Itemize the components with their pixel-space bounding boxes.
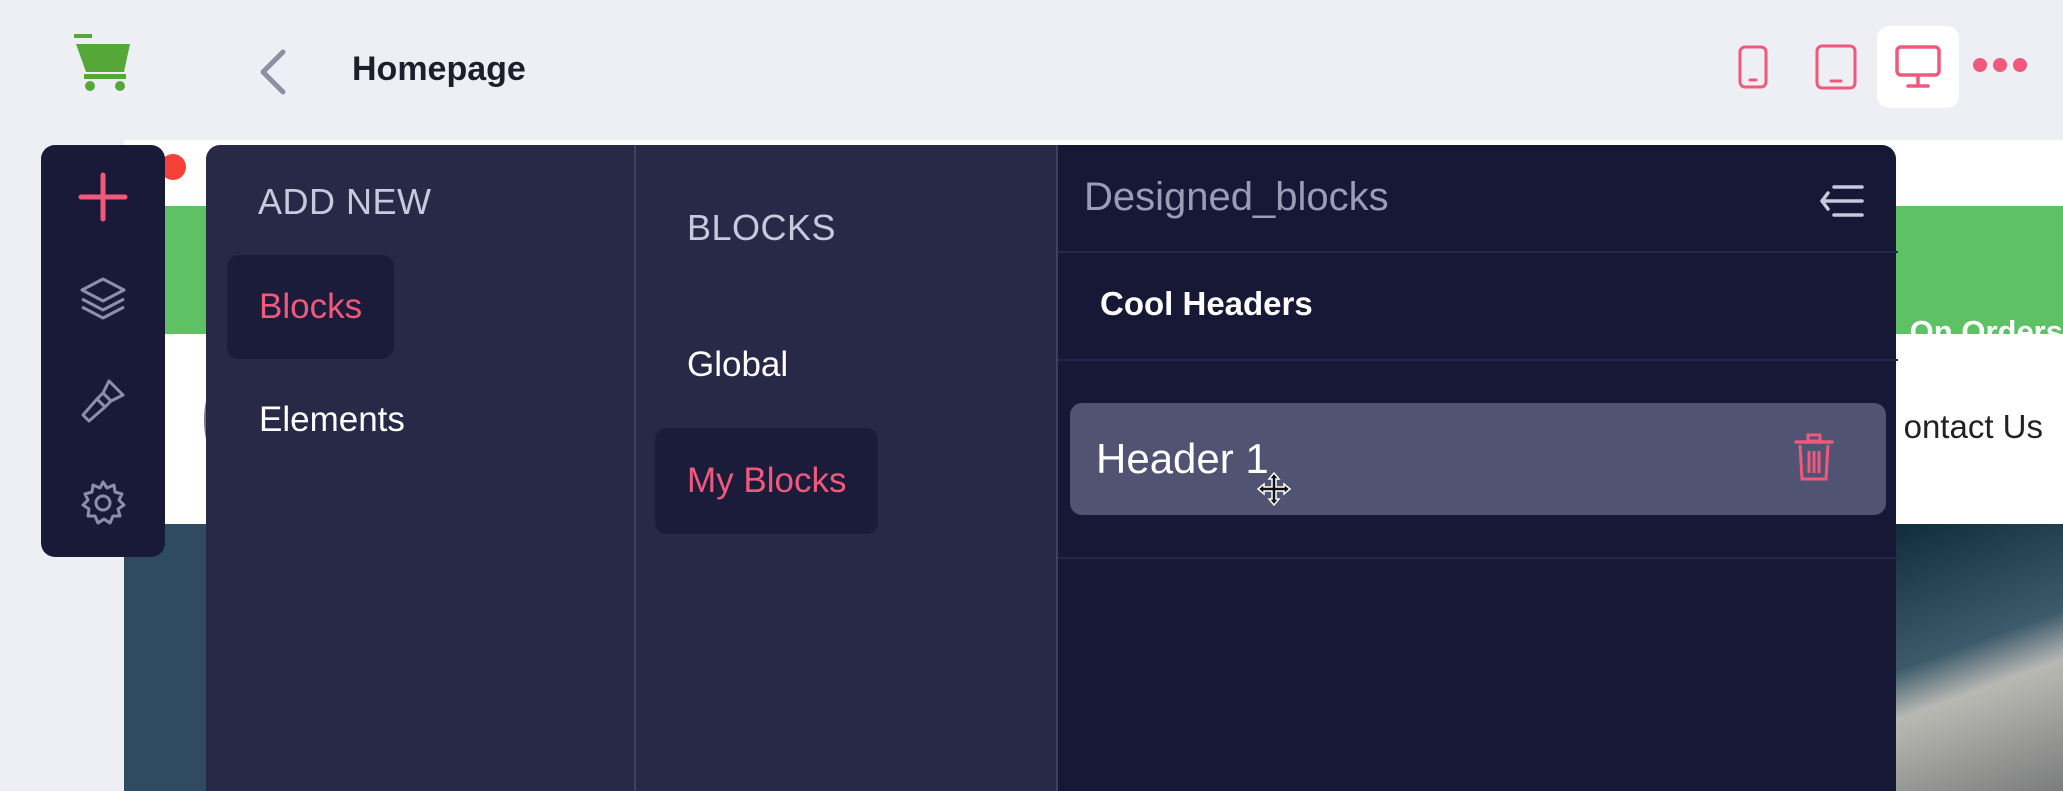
device-phone-button[interactable] (1712, 26, 1794, 108)
more-horizontal-icon[interactable] (1960, 40, 2040, 90)
blocks-item-global[interactable]: Global (655, 325, 820, 405)
divider (1058, 557, 1898, 559)
gear-icon (81, 480, 126, 525)
smartphone-icon (1738, 45, 1768, 89)
trash-icon[interactable] (1794, 433, 1834, 483)
block-name: Header 1 (1096, 435, 1269, 482)
blocks-heading: BLOCKS (687, 207, 837, 248)
style-button[interactable] (73, 371, 133, 431)
layers-button[interactable] (73, 269, 133, 329)
add-button[interactable] (73, 167, 133, 227)
collapse-menu-icon[interactable] (1816, 181, 1866, 221)
tool-rail (41, 145, 165, 557)
top-bar: Homepage (0, 0, 2063, 140)
divider (1058, 359, 1898, 361)
blocks-panel: BLOCKS Global My Blocks (634, 145, 1056, 791)
promo-text: On Orders (1909, 314, 2063, 349)
shopping-cart-icon[interactable] (70, 30, 134, 94)
move-cursor-icon (1256, 471, 1292, 507)
designed-blocks-panel: Designed_blocks Cool Headers Header 1 (1056, 145, 1898, 791)
device-desktop-button[interactable] (1877, 26, 1959, 108)
add-new-heading: ADD NEW (258, 181, 432, 222)
hero-image-detail (1893, 524, 2063, 791)
device-tablet-button[interactable] (1795, 26, 1877, 108)
chevron-left-icon[interactable] (255, 48, 291, 96)
designed-blocks-title: Designed_blocks (1084, 175, 1389, 219)
layers-icon (80, 277, 126, 320)
settings-button[interactable] (73, 473, 133, 533)
monitor-icon (1895, 45, 1941, 88)
add-new-item-blocks[interactable]: Blocks (227, 255, 395, 359)
page-title: Homepage (352, 50, 526, 88)
divider (1058, 251, 1898, 253)
block-card[interactable]: Header 1 (1070, 403, 1886, 515)
plus-icon (78, 172, 128, 222)
nav-contact-link[interactable]: ontact Us (1904, 408, 2043, 446)
blocks-item-my-blocks[interactable]: My Blocks (655, 428, 879, 534)
add-new-item-elements[interactable]: Elements (227, 385, 437, 455)
brush-icon (81, 379, 125, 423)
add-new-panel: ADD NEW Blocks Elements (206, 145, 634, 791)
tablet-icon (1815, 44, 1857, 90)
block-group-title: Cool Headers (1100, 285, 1313, 322)
